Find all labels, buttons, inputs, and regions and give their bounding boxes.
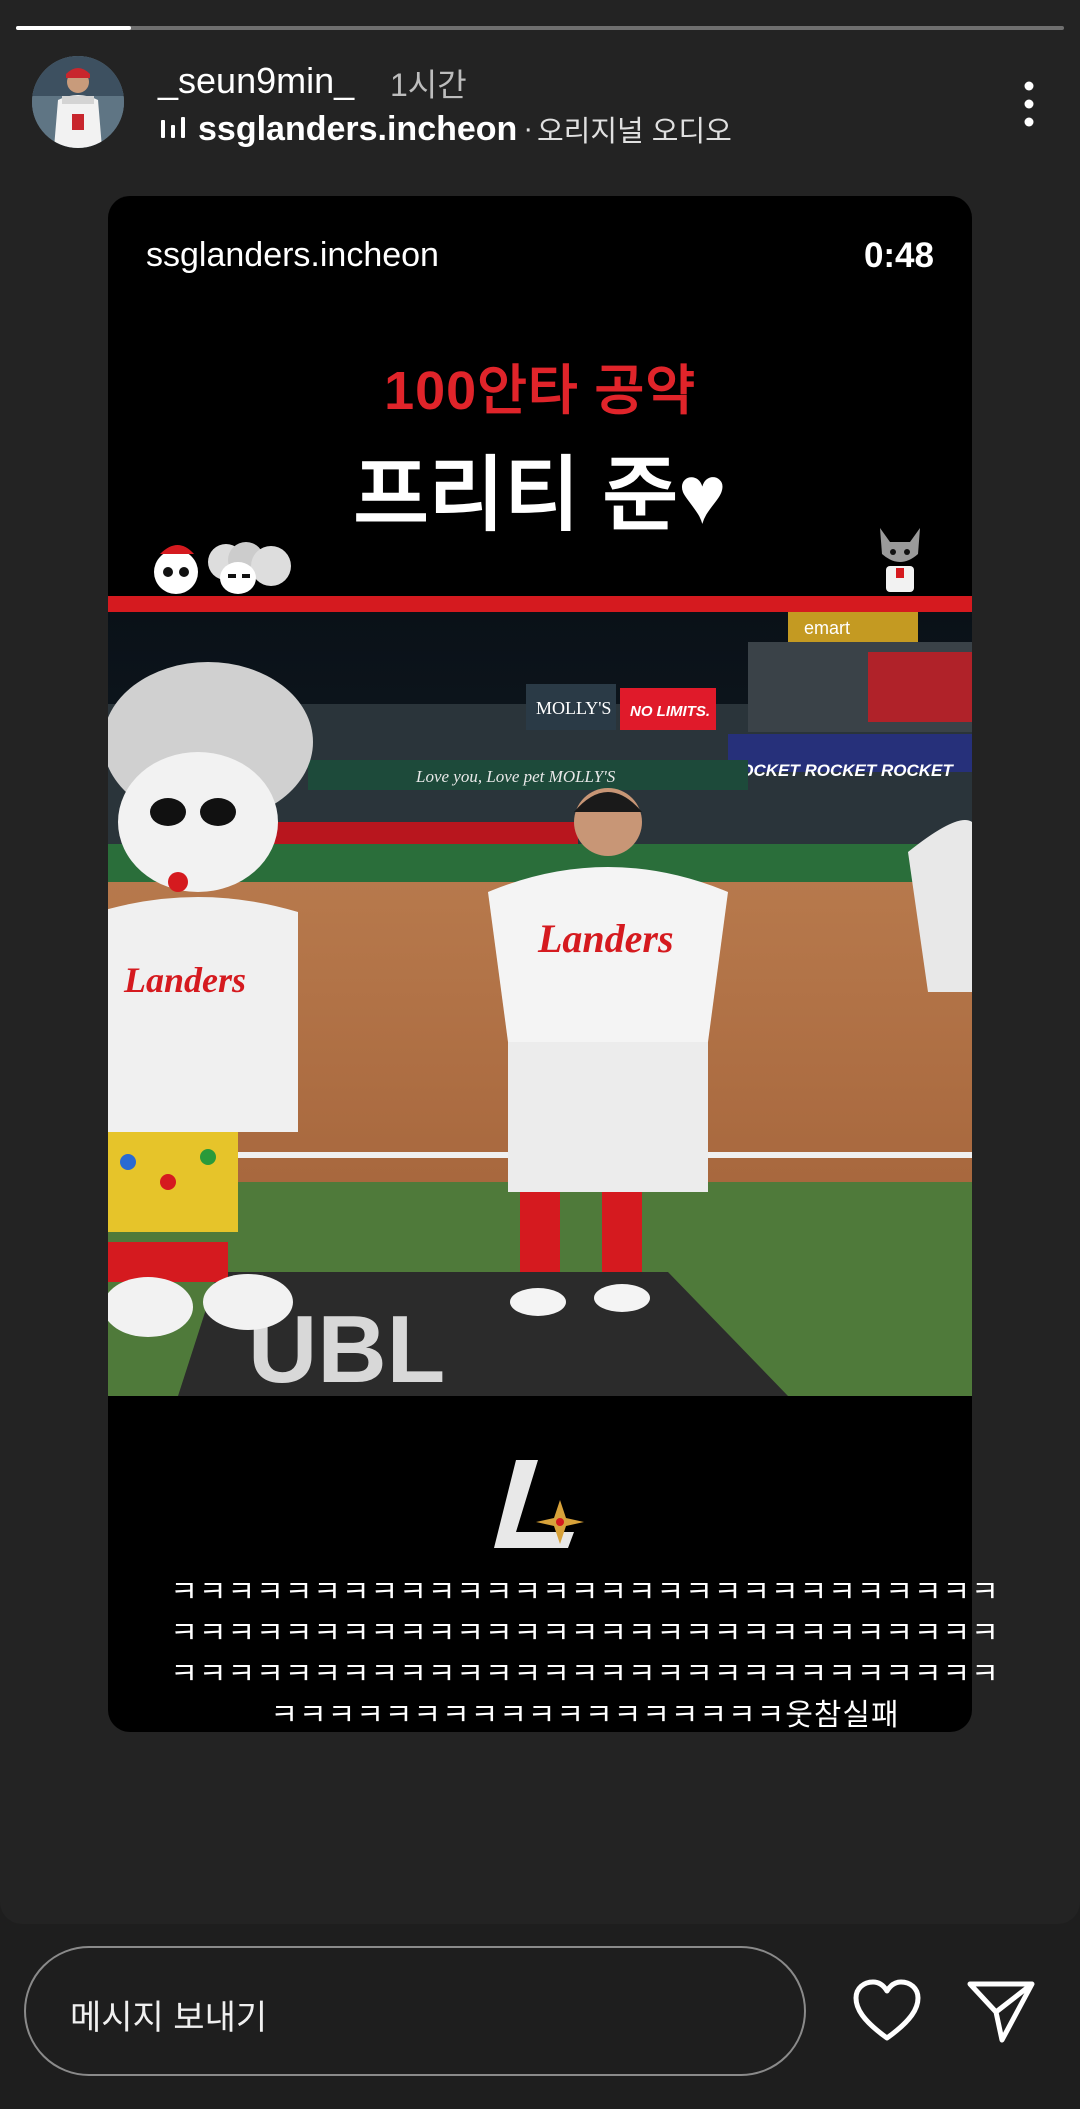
- sign-love-pet: Love you, Love pet MOLLY'S: [415, 767, 616, 786]
- sign-rocket: ROCKET ROCKET ROCKET: [728, 761, 954, 780]
- audio-info[interactable]: ssglanders.incheon · 오리지널 오디오: [158, 108, 732, 150]
- player-jersey-logo: Landers: [537, 916, 674, 961]
- sign-emart: emart: [804, 618, 850, 638]
- audio-wave-icon: [161, 117, 185, 138]
- reel-duration: 0:48: [863, 236, 934, 275]
- story-progress-fill: [16, 26, 132, 30]
- username[interactable]: _seun9min_: [158, 60, 354, 102]
- shared-reel-card[interactable]: ssglanders.incheon 0:48 100안타 공약 프리티 준♥: [108, 196, 972, 1732]
- team-logo-icon: [494, 1460, 584, 1548]
- reel-account-name[interactable]: ssglanders.incheon: [146, 236, 439, 275]
- audio-account-name[interactable]: ssglanders.incheon: [198, 110, 517, 149]
- heart-icon[interactable]: [852, 1978, 922, 2044]
- message-placeholder: 메시지 보내기: [70, 1999, 268, 2037]
- story-header: _seun9min_ 1시간 ssglanders.incheon · 오리지널…: [32, 56, 1048, 152]
- sign-no-limits: NO LIMITS.: [630, 703, 710, 720]
- story-progress-bar: [16, 26, 1064, 30]
- message-input[interactable]: 메시지 보내기: [24, 1946, 806, 2076]
- more-options-icon[interactable]: [1014, 74, 1044, 134]
- mascot-jersey-logo: Landers: [123, 960, 246, 1000]
- post-time: 1시간: [390, 67, 467, 103]
- paper-plane-icon[interactable]: [966, 1978, 1036, 2044]
- reel-video-frame[interactable]: emart MOLLY'S NO LIMITS. ROCKET ROCKET R…: [108, 612, 972, 1396]
- mascot-stickers: [154, 542, 291, 594]
- reel-divider-bar: [108, 596, 972, 612]
- dog-mascot-sticker: [880, 528, 920, 592]
- audio-separator: ·: [523, 112, 533, 145]
- audio-track-name[interactable]: 오리지널 오디오: [537, 108, 732, 150]
- reel-title: 프리티 준♥: [353, 450, 727, 541]
- story-comment-text: ㅋㅋㅋㅋㅋㅋㅋㅋㅋㅋㅋㅋㅋㅋㅋㅋㅋㅋㅋㅋㅋㅋㅋㅋㅋㅋㅋㅋㅋㅋㅋㅋㅋㅋㅋㅋㅋㅋㅋㅋ…: [170, 1576, 1000, 1732]
- avatar[interactable]: [32, 56, 124, 148]
- sign-mollys: MOLLY'S: [536, 698, 611, 718]
- reel-headline: 100안타 공약: [384, 361, 696, 421]
